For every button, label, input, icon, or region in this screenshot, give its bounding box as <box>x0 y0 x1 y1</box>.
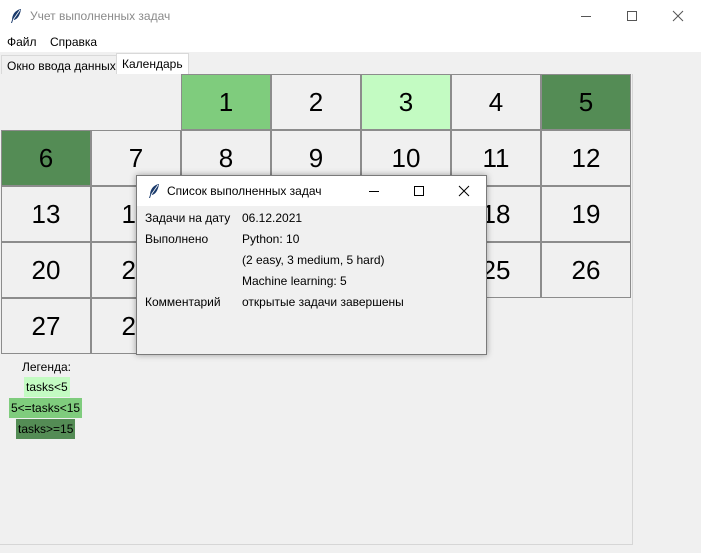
legend-item-medium: 5<=tasks<15 <box>9 398 83 418</box>
menu-bar: Файл Справка <box>0 32 701 52</box>
calendar-day-2[interactable]: 2 <box>271 74 361 130</box>
calendar-day-12[interactable]: 12 <box>541 130 631 186</box>
maximize-button[interactable] <box>609 0 655 32</box>
calendar-day-5[interactable]: 5 <box>541 74 631 130</box>
done-line-python: Python: 10 <box>242 232 300 246</box>
done-label: Выполнено <box>145 232 209 246</box>
completed-tasks-dialog: Список выполненных задач Задачи на дату … <box>136 175 487 355</box>
calendar-day-13[interactable]: 13 <box>1 186 91 242</box>
close-icon <box>672 10 684 22</box>
feather-icon <box>149 184 159 198</box>
dialog-title-bar: Список выполненных задач <box>137 176 486 206</box>
legend-item-low: tasks<5 <box>24 377 70 397</box>
calendar-day-1[interactable]: 1 <box>181 74 271 130</box>
date-value: 06.12.2021 <box>242 211 303 225</box>
dialog-title: Список выполненных задач <box>167 184 322 198</box>
calendar-day-6[interactable]: 6 <box>1 130 91 186</box>
legend-item-high: tasks>=15 <box>16 419 76 439</box>
feather-icon <box>11 9 21 23</box>
tab-calendar[interactable]: Календарь <box>116 53 189 76</box>
calendar-day-26[interactable]: 26 <box>541 242 631 298</box>
done-line-ml: Machine learning: 5 <box>242 274 347 288</box>
tab-data-input[interactable]: Окно ввода данных <box>1 55 122 75</box>
comment-label: Комментарий <box>145 295 221 309</box>
dialog-maximize-button[interactable] <box>396 176 441 206</box>
dialog-minimize-button[interactable] <box>351 176 396 206</box>
window-title: Учет выполненных задач <box>30 9 171 23</box>
calendar-day-3[interactable]: 3 <box>361 74 451 130</box>
close-button[interactable] <box>655 0 701 32</box>
legend-title: Легенда: <box>22 360 71 374</box>
done-line-breakdown: (2 easy, 3 medium, 5 hard) <box>242 253 385 267</box>
calendar-day-20[interactable]: 20 <box>1 242 91 298</box>
close-icon <box>458 185 469 197</box>
maximize-icon <box>413 186 424 196</box>
comment-value: открытые задачи завершены <box>242 295 404 309</box>
menu-file[interactable]: Файл <box>7 35 37 49</box>
tab-bar: Окно ввода данных Календарь <box>0 52 701 76</box>
date-label: Задачи на дату <box>145 211 231 225</box>
title-bar: Учет выполненных задач <box>0 0 701 32</box>
calendar-day-19[interactable]: 19 <box>541 186 631 242</box>
calendar-day-4[interactable]: 4 <box>451 74 541 130</box>
menu-help[interactable]: Справка <box>50 35 97 49</box>
calendar-day-27[interactable]: 27 <box>1 298 91 354</box>
dialog-close-button[interactable] <box>441 176 486 206</box>
maximize-icon <box>627 11 637 21</box>
minimize-button[interactable] <box>563 0 609 32</box>
minimize-icon <box>581 16 591 17</box>
minimize-icon <box>368 191 379 192</box>
